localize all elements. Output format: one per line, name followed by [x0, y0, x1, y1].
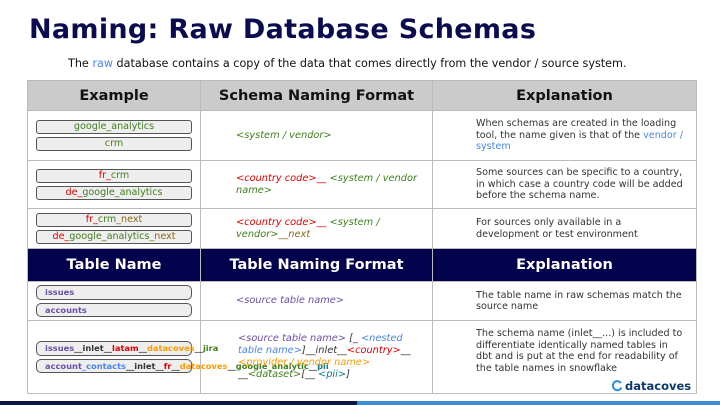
text-segment: <system / vendor> — [236, 129, 332, 141]
example-cell: fr_crm de_google_analytics — [27, 160, 201, 209]
example-name-pill: accounts — [36, 302, 192, 317]
column-header: Example — [27, 80, 201, 111]
table-row: fr_crm de_google_analytics <country code>_… — [27, 160, 697, 209]
datacoves-logo-icon — [611, 380, 623, 392]
example-cell: google_analyticscrm — [27, 110, 201, 161]
text-segment: google_analytics — [69, 231, 150, 242]
text-segment: <country code>__ — [236, 216, 327, 228]
text-segment: __ — [227, 360, 236, 371]
text-segment: datacoves — [146, 343, 195, 353]
explanation-cell: When schemas are created in the loading … — [432, 110, 697, 161]
text-segment: <source table name> — [238, 333, 346, 344]
explanation-cell: Some sources can be specific to a countr… — [432, 160, 697, 209]
example-name-pill: google_analytics — [36, 120, 192, 134]
footer-bar-dark — [0, 401, 357, 405]
text-segment: crm — [110, 170, 130, 181]
text-segment: latam — [112, 343, 139, 353]
example-name-pill: fr_crm — [36, 169, 192, 183]
text-segment: google_analytics — [73, 121, 155, 132]
example-name-pill: issues — [36, 285, 192, 300]
example-name-pill: crm — [36, 137, 192, 151]
text-segment: de_ — [52, 231, 70, 242]
text-segment: ]__inlet__ — [301, 345, 347, 356]
text-segment: google_analytics — [82, 187, 163, 198]
text-segment: __next — [278, 228, 311, 240]
text-segment: [_ — [346, 333, 361, 344]
text-segment: _contacts — [81, 360, 126, 371]
explanation-cell: The table name in raw schemas match the … — [432, 281, 697, 321]
text-segment: <source table name> — [236, 295, 344, 306]
text-segment: Some sources can be specific to a countr… — [476, 167, 683, 202]
page-title: Naming: Raw Database Schemas — [29, 14, 537, 45]
explanation-cell: For sources only available in a developm… — [432, 208, 697, 249]
example-name-pill: de_google_analytics_next — [36, 230, 192, 244]
text-segment: The schema name (inlet__...) is included… — [476, 328, 683, 374]
example-name-pill: de_google_analytics — [36, 186, 192, 200]
example-name-pill: issues__inlet__latam__datacoves__jira — [36, 341, 218, 356]
format-cell: <country code>__ <system / vendor name> — [200, 160, 433, 209]
text-segment: _next — [116, 214, 143, 225]
example-name-pill: fr_crm_next — [36, 213, 192, 227]
example-cell: fr_crm_next de_google_analytics_next — [27, 208, 201, 249]
text-segment: crm — [104, 138, 124, 149]
format-cell: <system / vendor> — [200, 110, 433, 161]
datacoves-logo: datacoves — [611, 379, 691, 393]
table-row: issues accounts <source table name> The tab… — [27, 281, 697, 321]
column-header: Explanation — [432, 248, 697, 282]
text-segment: fr_ — [85, 214, 98, 225]
text-segment: __inlet__ — [125, 360, 164, 371]
subtitle-text: The — [68, 57, 93, 70]
text-segment: de_ — [65, 187, 83, 198]
text-segment: <country> — [346, 345, 401, 356]
example-cell: issues__inlet__latam__datacoves__jira acc… — [27, 320, 329, 394]
text-segment: <provider / vendor name> — [238, 357, 371, 368]
text-segment: <dataset> — [247, 369, 302, 380]
text-segment: ] — [346, 369, 350, 380]
text-segment: __inlet__ — [74, 343, 112, 353]
text-segment: jira — [202, 343, 219, 353]
text-segment: __ — [138, 343, 147, 353]
table-row: fr_crm_next de_google_analytics_next <coun… — [27, 208, 697, 249]
format-cell: <source table name> [_ <nested table nam… — [200, 320, 433, 394]
column-header: Table Naming Format — [200, 248, 433, 282]
example-cell: issues accounts — [27, 281, 201, 321]
text-segment: <country code>__ — [236, 172, 327, 184]
example-name-pill: account_contacts__inlet__fr__datacoves__… — [36, 358, 329, 373]
text-segment: __ — [171, 360, 180, 371]
column-header: Explanation — [432, 80, 697, 111]
text-segment: <pii> — [318, 369, 347, 380]
subtitle: The raw database contains a copy of the … — [68, 57, 627, 70]
text-segment: [__ — [301, 369, 318, 380]
format-cell: <source table name> — [200, 281, 433, 321]
column-header: Schema Naming Format — [200, 80, 433, 111]
footer-bar-blue — [357, 401, 720, 405]
text-segment: accounts — [45, 304, 87, 315]
naming-table: Example Schema Naming Format Explanation go… — [27, 80, 697, 394]
table_headers-header-row: Table Name Table Naming Format Explanation — [27, 248, 697, 282]
subtitle-highlight: raw — [92, 57, 113, 70]
text-segment: account — [45, 360, 82, 371]
format-cell: <country code>__ <system / vendor>__next — [200, 208, 433, 249]
text-segment: For sources only available in a developm… — [476, 217, 638, 240]
text-segment: The table name in raw schemas match the … — [476, 289, 682, 313]
logo-text: datacoves — [625, 379, 692, 393]
column-header: Table Name — [27, 248, 201, 282]
table-row: google_analyticscrm <system / vendor> When… — [27, 110, 697, 161]
schema_headers-header-row: Example Schema Naming Format Explanation — [27, 80, 697, 111]
subtitle-text: database contains a copy of the data tha… — [112, 57, 627, 70]
text-segment: crm — [97, 214, 117, 225]
text-segment: issues — [45, 343, 75, 353]
text-segment: __ — [194, 343, 203, 353]
text-segment: __ — [400, 345, 411, 356]
text-segment: __ — [238, 369, 248, 380]
text-segment: datacoves — [179, 360, 228, 371]
table-row: issues__inlet__latam__datacoves__jira acc… — [27, 320, 697, 394]
text-segment: fr_ — [98, 170, 111, 181]
text-segment: _next — [149, 231, 176, 242]
text-segment: issues — [45, 287, 75, 297]
